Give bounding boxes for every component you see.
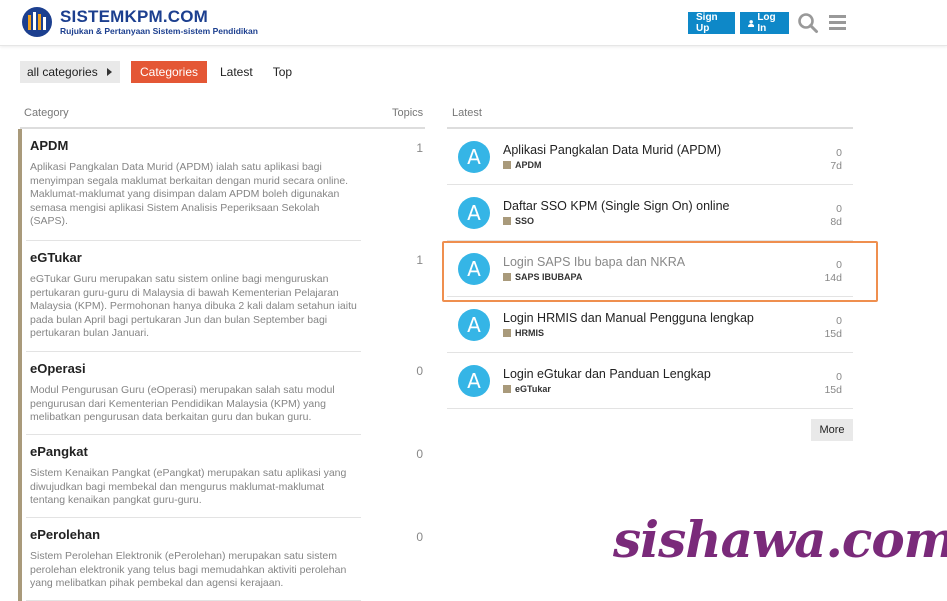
categories-dropdown-label: all categories [27,65,98,79]
category-topic-count: 0 [416,530,423,544]
topic-row[interactable]: A Daftar SSO KPM (Single Sign On) online… [447,185,853,241]
category-description: Aplikasi Pangkalan Data Murid (APDM) ial… [30,161,349,227]
topic-title[interactable]: Daftar SSO KPM (Single Sign On) online [503,199,730,213]
avatar[interactable]: A [458,365,490,397]
topic-age: 15d [824,384,842,396]
tab-latest[interactable]: Latest [210,61,263,83]
topic-category-label: eGTukar [515,384,551,394]
topic-reply-count: 0 [836,203,842,215]
tab-top[interactable]: Top [263,61,302,83]
topic-category-label: APDM [515,160,542,170]
topic-category-badge[interactable]: SSO [503,216,534,226]
topic-category-badge[interactable]: eGTukar [503,384,551,394]
search-icon[interactable] [797,12,819,34]
avatar[interactable]: A [458,141,490,173]
logo-subtitle: Rujukan & Pertanyaan Sistem-sistem Pendi… [60,26,258,36]
category-color-swatch [503,217,511,225]
topic-row[interactable]: A Aplikasi Pangkalan Data Murid (APDM) A… [447,129,853,185]
more-button[interactable]: More [811,419,853,441]
category-row[interactable]: ePangkat Sistem Kenaikan Pangkat (ePangk… [18,435,425,518]
topic-category-badge[interactable]: APDM [503,160,542,170]
category-name[interactable]: eGTukar [30,250,425,265]
topic-row[interactable]: A Login eGtukar dan Panduan Lengkap eGTu… [447,353,853,409]
category-description: eGTukar Guru merupakan satu sistem onlin… [30,273,357,339]
watermark: sishawa.com [613,510,947,569]
category-row[interactable]: eOperasi Modul Pengurusan Guru (eOperasi… [18,352,425,435]
topic-age: 8d [830,216,842,228]
category-column-header: Category [24,107,69,119]
caret-right-icon [107,68,112,76]
topic-age: 7d [830,160,842,172]
topic-row[interactable]: A Login HRMIS dan Manual Pengguna lengka… [447,297,853,353]
category-list: APDM Aplikasi Pangkalan Data Murid (APDM… [18,129,425,601]
sign-up-button[interactable]: Sign Up [688,12,735,34]
category-topic-count: 1 [416,141,423,155]
category-name[interactable]: ePerolehan [30,527,425,542]
topic-category-badge[interactable]: HRMIS [503,328,544,338]
user-icon [748,19,755,27]
category-topic-count: 0 [416,447,423,461]
logo-icon [22,7,52,37]
category-row[interactable]: eGTukar eGTukar Guru merupakan satu sist… [18,241,425,352]
category-name[interactable]: ePangkat [30,444,425,459]
site-logo[interactable]: SISTEMKPM.COM Rujukan & Pertanyaan Siste… [20,6,258,38]
avatar[interactable]: A [458,309,490,341]
log-in-button[interactable]: Log In [740,12,789,34]
topic-reply-count: 0 [836,371,842,383]
category-color-swatch [503,329,511,337]
category-description: Modul Pengurusan Guru (eOperasi) merupak… [30,384,335,423]
latest-column-header: Latest [452,107,482,119]
category-color-swatch [503,161,511,169]
highlight-annotation [442,241,878,302]
sign-up-label: Sign Up [696,12,718,34]
category-navigation: all categories Categories Latest Top [20,61,302,83]
category-row[interactable]: ePerolehan Sistem Perolehan Elektronik (… [18,518,425,601]
category-topic-count: 1 [416,253,423,267]
log-in-label: Log In [757,12,776,34]
logo-title: SISTEMKPM.COM [60,7,209,26]
topic-age: 15d [824,328,842,340]
tab-categories[interactable]: Categories [131,61,207,83]
topics-column-header: Topics [392,107,424,119]
category-topic-count: 0 [416,364,423,378]
topic-reply-count: 0 [836,315,842,327]
avatar[interactable]: A [458,197,490,229]
category-row[interactable]: APDM Aplikasi Pangkalan Data Murid (APDM… [18,129,425,241]
categories-dropdown[interactable]: all categories [20,61,120,83]
category-color-swatch [503,385,511,393]
hamburger-menu-icon[interactable] [828,12,850,34]
category-description: Sistem Kenaikan Pangkat (ePangkat) merup… [30,467,347,506]
topic-category-label: SSO [515,216,535,226]
category-name[interactable]: APDM [30,138,425,153]
category-name[interactable]: eOperasi [30,361,425,376]
topic-title[interactable]: Login HRMIS dan Manual Pengguna lengkap [503,311,754,325]
topic-reply-count: 0 [836,147,842,159]
category-description: Sistem Perolehan Elektronik (ePerolehan)… [30,550,347,589]
topic-title[interactable]: Login eGtukar dan Panduan Lengkap [503,367,711,381]
site-header: SISTEMKPM.COM Rujukan & Pertanyaan Siste… [0,0,947,46]
topic-category-label: HRMIS [515,328,544,338]
topic-title[interactable]: Aplikasi Pangkalan Data Murid (APDM) [503,143,721,157]
